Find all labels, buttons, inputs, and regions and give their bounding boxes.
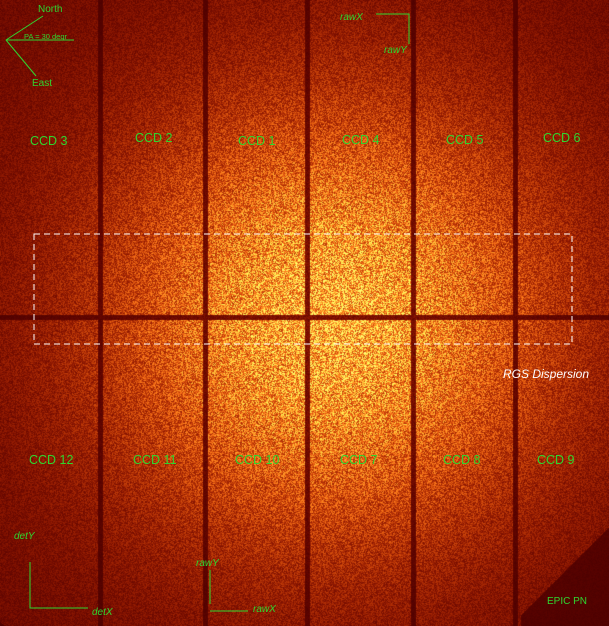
ccd-top-label: CCD 1 [238, 134, 276, 148]
ccd-bottom-label: CCD 7 [340, 453, 378, 467]
ccd-bottom-label: CCD 10 [235, 453, 280, 467]
ccd-top-label: CCD 4 [342, 133, 380, 147]
ccd-top-label: CCD 5 [446, 133, 484, 147]
compass-north-label: North [38, 4, 63, 15]
compass-east-label: East [32, 78, 53, 89]
ccd-bottom-label: CCD 12 [29, 453, 74, 467]
ccd-top-label: CCD 3 [30, 134, 68, 148]
rgs-dispersion-box [33, 233, 573, 345]
overlay-graphics [5, 13, 573, 612]
ccd-top-label: CCD 6 [543, 131, 581, 145]
ccd-bottom-label: CCD 8 [443, 453, 481, 467]
det-y-label: detY [14, 531, 35, 542]
det-x-label: detX [92, 607, 113, 618]
raw-y-bottom-label: rawY [196, 558, 219, 569]
ccd-bottom-label: CCD 9 [537, 453, 575, 467]
det-axes-lines [29, 562, 88, 609]
raw-y-top-label: rawY [384, 45, 407, 56]
raw-x-bottom-label: rawX [253, 604, 276, 615]
compass-pa-label: PA = 30 degr [24, 32, 68, 41]
raw-x-top-label: rawX [340, 12, 363, 23]
rgs-dispersion-label: RGS Dispersion [503, 367, 590, 381]
ccd-top-label: CCD 2 [135, 131, 173, 145]
compass-east-arrow [5, 39, 37, 77]
ccd-bottom-label: CCD 11 [133, 453, 177, 467]
raw-axes-top-lines [376, 13, 410, 44]
instrument-label: EPIC PN [547, 596, 588, 607]
detector-image-frame: North East PA = 30 degr rawX rawY CCD 3 … [0, 0, 609, 626]
